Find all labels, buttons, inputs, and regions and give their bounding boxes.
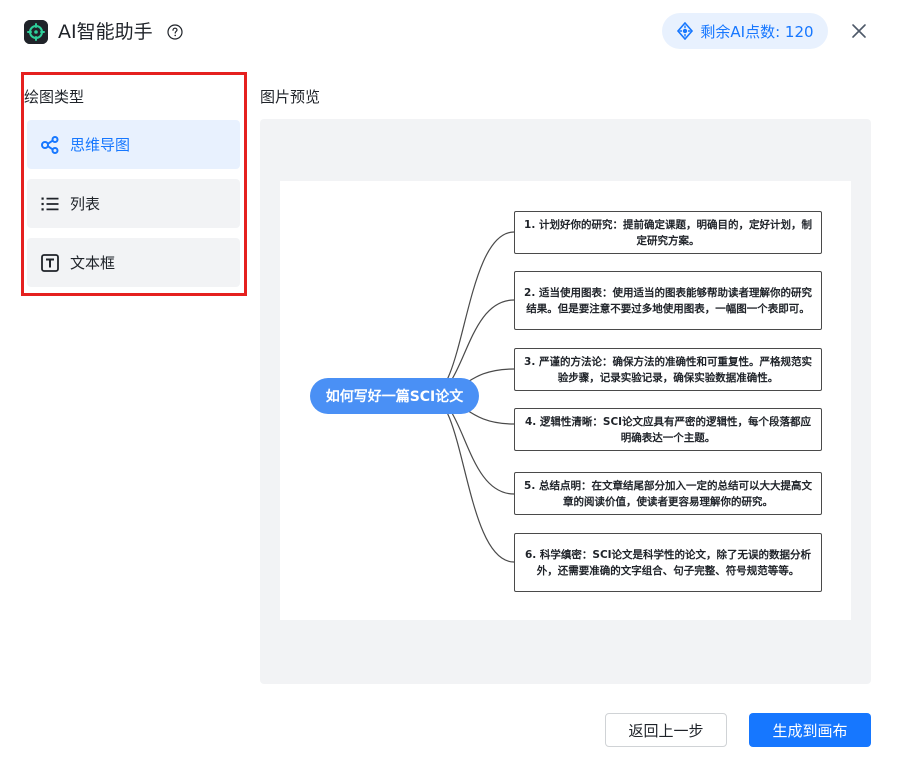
type-option-textbox-label: 文本框: [70, 254, 116, 272]
app-logo: [24, 20, 48, 44]
ai-credits-icon: [677, 22, 694, 40]
help-icon[interactable]: [167, 24, 183, 40]
mindmap-root-node: 如何写好一篇SCI论文: [310, 378, 479, 414]
textbox-icon: [41, 253, 59, 272]
mindmap-preview: 如何写好一篇SCI论文 1. 计划好你的研究：提前确定课题，明确目的，定好计划，…: [280, 181, 851, 620]
type-option-textbox[interactable]: 文本框: [27, 238, 240, 287]
close-icon[interactable]: [850, 22, 868, 40]
mindmap-branch-node: 2. 适当使用图表：使用适当的图表能够帮助读者理解你的研究结果。但是要注意不要过…: [514, 271, 822, 330]
mindmap-icon: [41, 135, 59, 154]
drawing-type-panel: 思维导图 列表 文本框: [21, 72, 247, 296]
type-option-list-label: 列表: [70, 195, 101, 213]
image-preview-area: 如何写好一篇SCI论文 1. 计划好你的研究：提前确定课题，明确目的，定好计划，…: [260, 119, 871, 684]
mindmap-branch-node: 3. 严谨的方法论：确保方法的准确性和可重复性。严格规范实验步骤，记录实验记录，…: [514, 348, 822, 391]
list-icon: [41, 197, 59, 210]
type-option-mindmap-label: 思维导图: [70, 136, 131, 154]
mindmap-branch-node: 5. 总结点明：在文章结尾部分加入一定的总结可以大大提高文章的阅读价值，使读者更…: [514, 472, 822, 515]
dialog-title: AI智能助手: [58, 21, 153, 43]
image-preview-label: 图片预览: [260, 88, 321, 106]
mindmap-branch-node: 4. 逻辑性清晰：SCI论文应具有严密的逻辑性，每个段落都应明确表达一个主题。: [514, 408, 822, 451]
ai-credits-label: 剩余AI点数: 120: [700, 22, 814, 41]
ai-credits-badge[interactable]: 剩余AI点数: 120: [662, 13, 828, 49]
mindmap-branch-node: 6. 科学缜密：SCI论文是科学性的论文，除了无误的数据分析外，还需要准确的文字…: [514, 533, 822, 592]
mindmap-branch-node: 1. 计划好你的研究：提前确定课题，明确目的，定好计划，制定研究方案。: [514, 211, 822, 254]
back-button[interactable]: 返回上一步: [605, 713, 727, 747]
type-option-list[interactable]: 列表: [27, 179, 240, 228]
type-option-mindmap[interactable]: 思维导图: [27, 120, 240, 169]
ai-logo-icon: [24, 20, 48, 44]
generate-to-canvas-button[interactable]: 生成到画布: [749, 713, 871, 747]
